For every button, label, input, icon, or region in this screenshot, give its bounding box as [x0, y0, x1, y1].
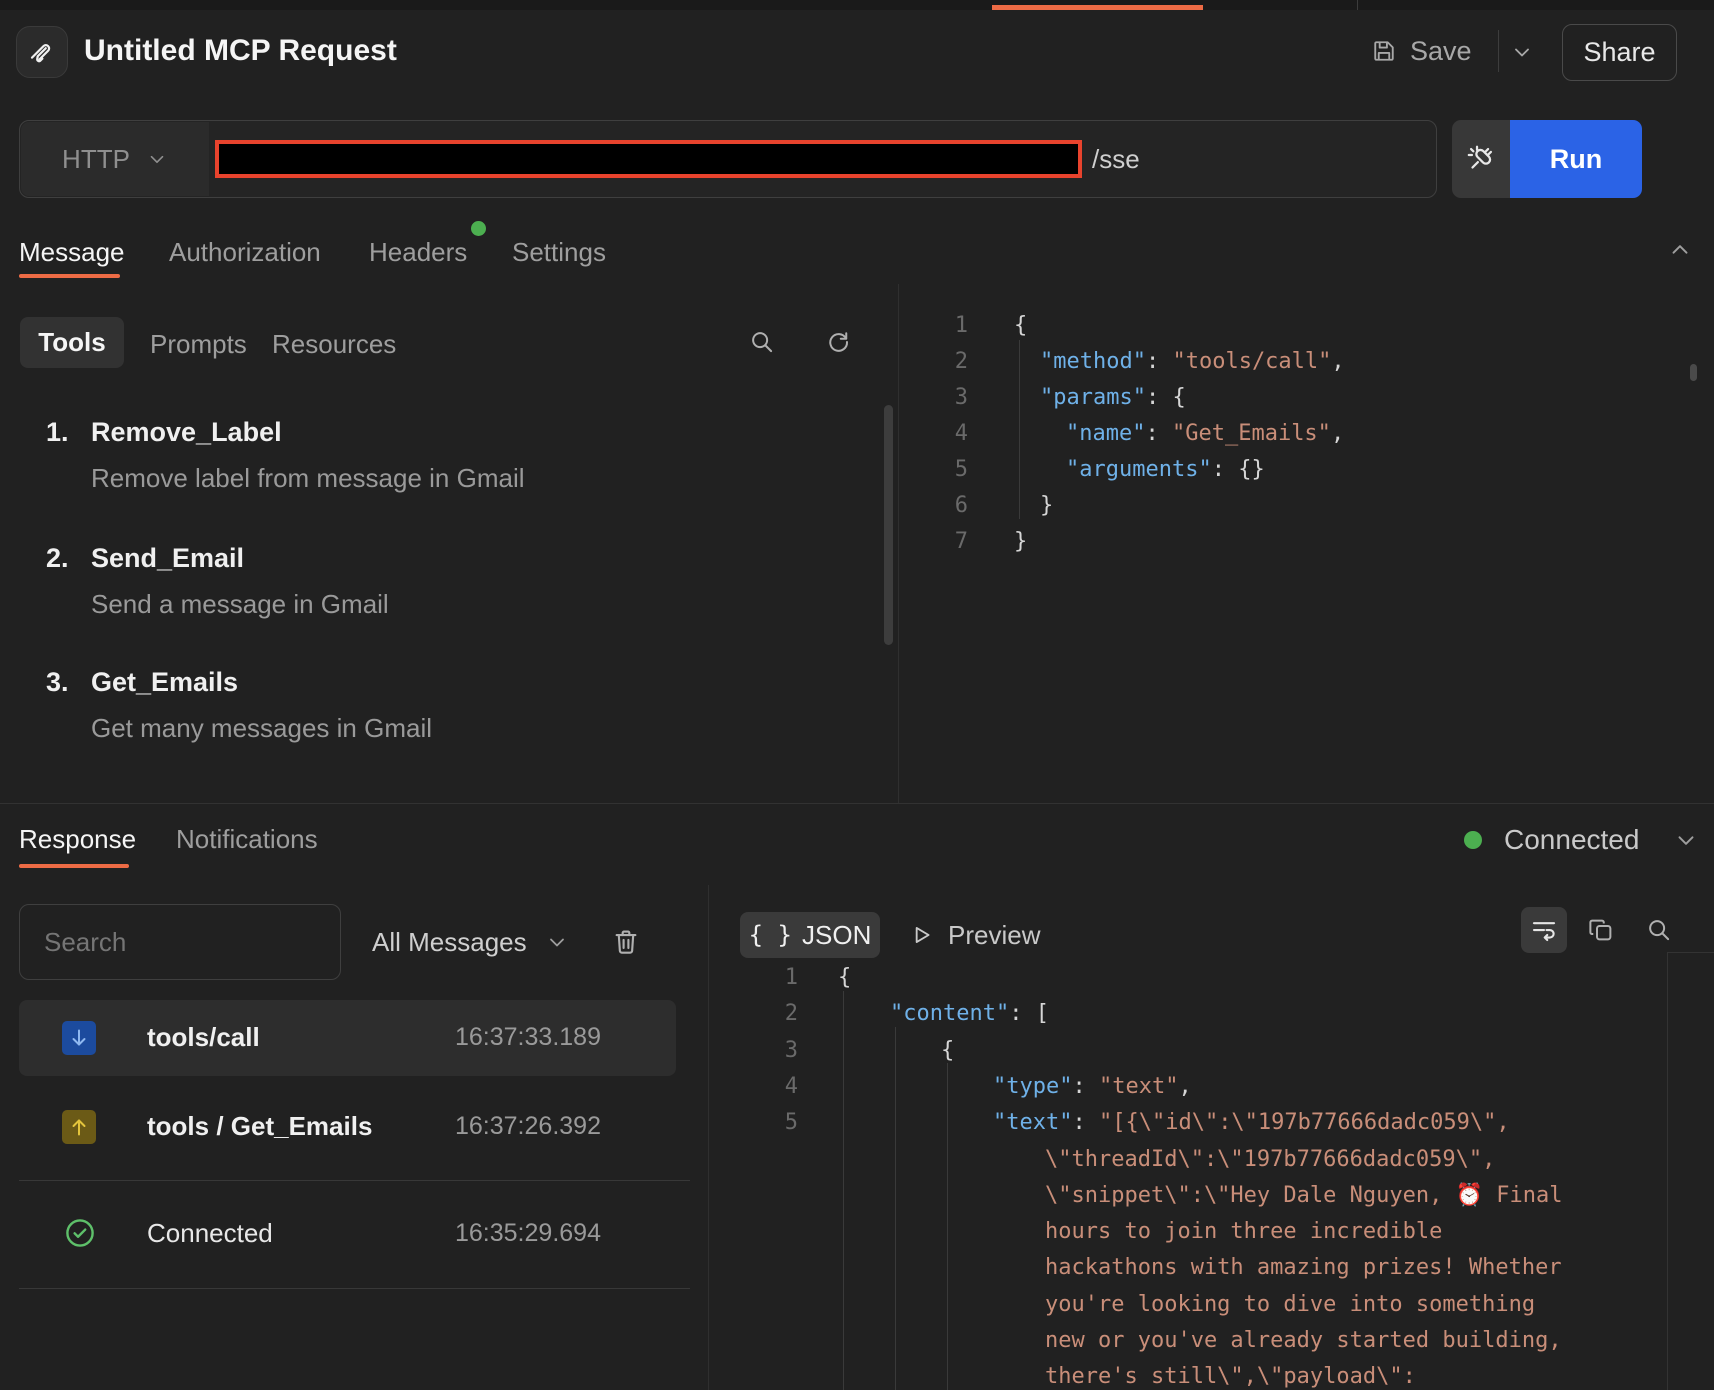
search-icon — [1644, 915, 1674, 945]
status-dot — [1464, 831, 1482, 849]
clear-messages-button[interactable] — [606, 922, 646, 962]
run-button-group: Run — [1452, 120, 1642, 198]
url-suffix[interactable]: /sse — [1092, 122, 1140, 196]
indent-guide — [895, 1027, 896, 1390]
save-divider — [1498, 30, 1499, 72]
tab-authorization[interactable]: Authorization — [169, 237, 321, 268]
code-line: 2"content": [ — [0, 996, 1714, 1032]
json-view-button[interactable]: { } JSON — [740, 912, 880, 958]
app-window: Untitled MCP Request Save Share HTTP /ss… — [0, 0, 1714, 1390]
editor-scrollbar-thumb[interactable] — [1690, 364, 1697, 381]
chevron-down-icon — [1673, 827, 1699, 853]
chevron-up-icon — [1667, 237, 1693, 263]
indent-guide — [947, 1063, 948, 1390]
indent-guide — [843, 991, 844, 1390]
response-viewer-code: 1{2"content": [3{4"type": "text",5"text"… — [0, 960, 1714, 1390]
chevron-down-icon — [146, 148, 168, 170]
preview-button[interactable]: Preview — [908, 912, 1040, 958]
status-label: Connected — [1504, 824, 1639, 856]
request-icon-box — [16, 26, 68, 78]
trash-icon — [610, 926, 642, 958]
word-wrap-icon — [1529, 915, 1559, 945]
word-wrap-button[interactable] — [1521, 907, 1567, 953]
share-button[interactable]: Share — [1562, 24, 1677, 81]
code-line: 5"arguments": {} — [0, 452, 1714, 488]
code-line: you're looking to dive into something — [0, 1287, 1714, 1323]
viewer-scrollbar-track-top — [1667, 952, 1714, 953]
indent-guide — [1019, 340, 1020, 519]
code-line: 4"name": "Get_Emails", — [0, 416, 1714, 452]
share-label: Share — [1583, 37, 1655, 68]
method-label: HTTP — [62, 144, 130, 175]
code-line: 1{ — [0, 308, 1714, 344]
filter-label: All Messages — [372, 927, 527, 958]
json-view-label: JSON — [802, 920, 871, 951]
plug-off-icon — [1464, 142, 1498, 176]
method-selector[interactable]: HTTP — [21, 122, 209, 196]
chevron-down-icon — [545, 930, 569, 954]
code-line: 5"text": "[{\"id\":\"197b77666dadc059\", — [0, 1105, 1714, 1141]
tab-message[interactable]: Message — [19, 237, 125, 268]
save-icon — [1370, 37, 1398, 65]
braces-icon: { } — [749, 921, 792, 949]
code-line: 3{ — [0, 1033, 1714, 1069]
code-line: 2"method": "tools/call", — [0, 344, 1714, 380]
active-tab-indicator — [992, 5, 1203, 10]
code-line: \"snippet\":\"Hey Dale Nguyen, ⏰ Final — [0, 1178, 1714, 1214]
code-line: there's still\",\"payload\": — [0, 1359, 1714, 1390]
code-line: 7} — [0, 524, 1714, 560]
save-button[interactable]: Save — [1370, 26, 1472, 76]
tab-notifications[interactable]: Notifications — [176, 824, 318, 855]
tab-response[interactable]: Response — [19, 824, 136, 855]
code-line: new or you've already started building, — [0, 1323, 1714, 1359]
mcp-logo-icon — [27, 37, 57, 67]
code-line: hours to join three incredible — [0, 1214, 1714, 1250]
disconnect-button[interactable] — [1452, 120, 1510, 198]
save-options-chevron[interactable] — [1506, 36, 1538, 68]
tab-message-underline — [19, 274, 120, 278]
copy-icon — [1586, 915, 1616, 945]
play-icon — [908, 922, 934, 948]
tab-headers[interactable]: Headers — [369, 237, 467, 268]
collapse-section-button[interactable] — [1662, 232, 1698, 268]
copy-button[interactable] — [1578, 907, 1624, 953]
tab-settings[interactable]: Settings — [512, 237, 606, 268]
tab-strip-divider — [1357, 0, 1358, 10]
page-title[interactable]: Untitled MCP Request — [84, 26, 397, 76]
section-divider — [0, 803, 1714, 804]
run-button[interactable]: Run — [1510, 120, 1642, 198]
code-line: 1{ — [0, 960, 1714, 996]
save-label: Save — [1410, 36, 1472, 67]
chevron-down-icon — [1510, 40, 1534, 64]
tab-response-underline — [19, 864, 129, 868]
connection-status[interactable]: Connected — [1464, 820, 1699, 860]
code-line: hackathons with amazing prizes! Whether — [0, 1250, 1714, 1286]
viewer-search-button[interactable] — [1636, 907, 1682, 953]
request-editor-code: 1{2"method": "tools/call",3"params": {4"… — [0, 308, 1714, 788]
code-line: 4"type": "text", — [0, 1069, 1714, 1105]
headers-status-dot — [471, 221, 486, 236]
url-redaction-box[interactable] — [215, 140, 1082, 178]
code-line: \"threadId\":\"197b77666dadc059\", — [0, 1142, 1714, 1178]
viewer-scrollbar-track[interactable] — [1667, 952, 1668, 1390]
run-label: Run — [1550, 144, 1602, 175]
top-tab-strip — [0, 0, 1714, 10]
preview-label: Preview — [948, 920, 1040, 951]
code-line: 3"params": { — [0, 380, 1714, 416]
code-line: 6} — [0, 488, 1714, 524]
